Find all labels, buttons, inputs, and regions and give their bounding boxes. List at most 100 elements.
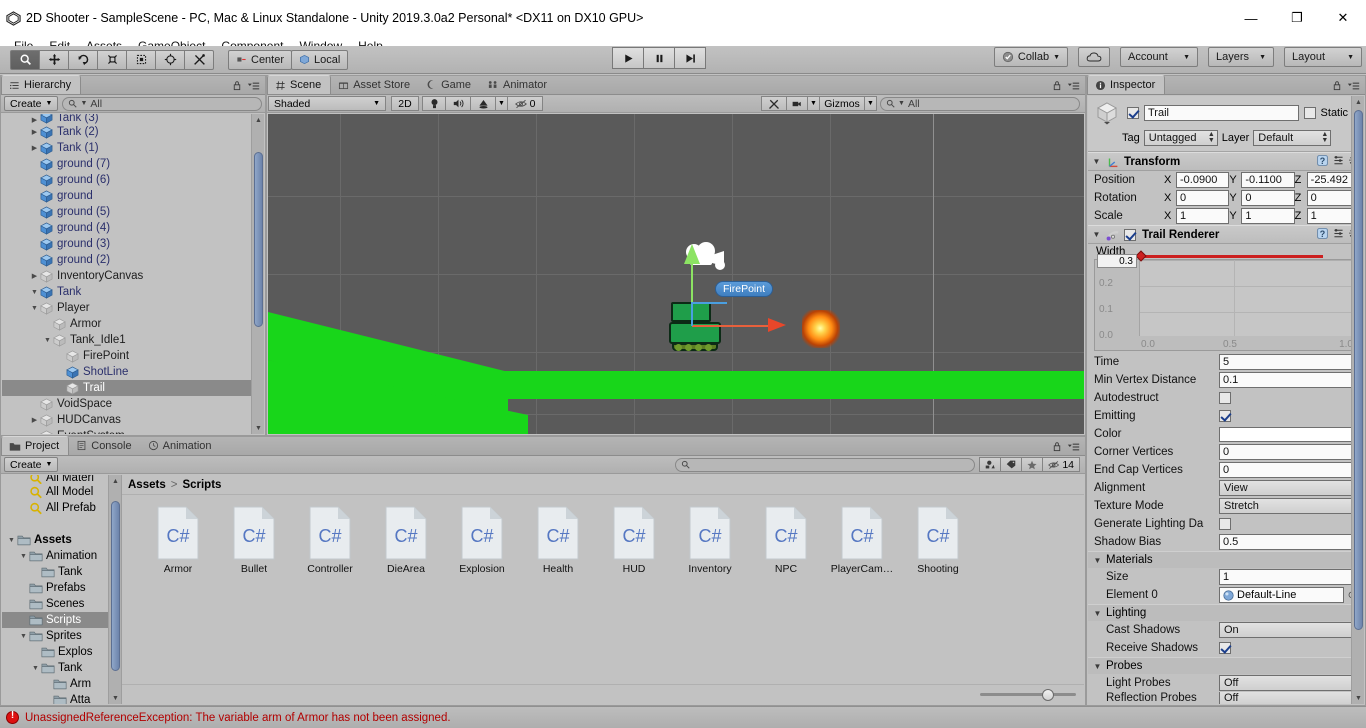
asset-item[interactable]: C#Health	[520, 506, 596, 575]
asset-item[interactable]: C#NPC	[748, 506, 824, 575]
transform-component-header[interactable]: ▼ Transform ?	[1088, 152, 1364, 171]
generate-lighting-da-checkbox[interactable]	[1219, 518, 1231, 530]
hierarchy-item-ground-6[interactable]: ground (6)›	[2, 172, 264, 188]
layout-button[interactable]: Layout ▼	[1284, 47, 1362, 67]
slider-knob[interactable]	[1042, 689, 1054, 701]
project-tree-item-sprites[interactable]: ▼Sprites	[2, 628, 121, 644]
lock-icon[interactable]	[1332, 80, 1342, 94]
hierarchy-scroll-thumb[interactable]	[254, 152, 263, 327]
transform-rotation-x-field[interactable]: 0	[1176, 190, 1229, 206]
menu-icon[interactable]	[1347, 81, 1360, 94]
transform-axis-x-arrow[interactable]	[768, 318, 786, 332]
hierarchy-item-tank-1[interactable]: ▶Tank (1)›	[2, 140, 264, 156]
project-tree-item-scenes[interactable]: Scenes	[2, 596, 121, 612]
asset-item[interactable]: C#PlayerCam…	[824, 506, 900, 575]
color-swatch[interactable]	[1219, 427, 1360, 442]
project-tree-scrollbar[interactable]: ▲ ▼	[108, 475, 121, 704]
hierarchy-item-trail[interactable]: Trail	[2, 380, 264, 396]
foldout-closed-icon[interactable]: ▶	[29, 144, 40, 152]
tab-animator[interactable]: Animator	[480, 75, 556, 94]
hierarchy-item-inventorycanvas[interactable]: ▶InventoryCanvas	[2, 268, 264, 284]
cloud-button[interactable]	[1078, 47, 1110, 67]
foldout-open-icon[interactable]: ▼	[29, 289, 40, 296]
project-tree-item-all-prefab[interactable]: All Prefab	[2, 500, 121, 516]
hierarchy-item-player[interactable]: ▼Player	[2, 300, 264, 316]
foldout-closed-icon[interactable]: ▶	[29, 116, 40, 124]
hierarchy-search-input[interactable]: ▼ All	[62, 97, 262, 111]
project-tree-item-scripts[interactable]: Scripts	[2, 612, 121, 628]
scene-gizmos-button[interactable]: Gizmos	[819, 96, 865, 111]
hierarchy-item-ground[interactable]: ground›	[2, 188, 264, 204]
transform-foldout-icon[interactable]: ▼	[1091, 157, 1102, 166]
hierarchy-item-voidspace[interactable]: VoidSpace	[2, 396, 264, 412]
scene-audio-toggle[interactable]	[445, 96, 471, 111]
scene-viewport[interactable]: FirePoint	[268, 114, 1084, 434]
project-tree-item-explos[interactable]: Explos	[2, 644, 121, 660]
scene-lighting-toggle[interactable]	[422, 96, 446, 111]
transform-rotation-y-field[interactable]: 0	[1241, 190, 1294, 206]
tab-hierarchy[interactable]: Hierarchy	[1, 75, 81, 94]
scene-gizmos-dropdown[interactable]: ▼	[864, 96, 877, 111]
corner-vertices-field[interactable]: 0	[1219, 444, 1360, 460]
menu-icon[interactable]	[1067, 81, 1080, 94]
asset-item[interactable]: C#Armor	[140, 506, 216, 575]
pivot-mode-button[interactable]: Center	[228, 50, 292, 70]
breadcrumb-assets[interactable]: Assets	[128, 479, 166, 491]
materials-section-header[interactable]: ▼ Materials	[1088, 551, 1364, 568]
transform-position-y-field[interactable]: -0.1100	[1241, 172, 1294, 188]
shading-mode-dropdown[interactable]: Shaded ▼	[268, 96, 386, 111]
hierarchy-item-tank-2[interactable]: ▶Tank (2)›	[2, 124, 264, 140]
lighting-section-header[interactable]: ▼ Lighting	[1088, 604, 1364, 621]
asset-item[interactable]: C#HUD	[596, 506, 672, 575]
step-button[interactable]	[674, 47, 706, 69]
foldout-open-icon[interactable]: ▼	[29, 305, 40, 312]
asset-zoom-slider[interactable]	[980, 688, 1076, 702]
reflection-probes-dropdown[interactable]: Off ▲▼	[1219, 692, 1360, 704]
asset-item[interactable]: C#DieArea	[368, 506, 444, 575]
hand-tool-button[interactable]	[10, 50, 40, 70]
project-search-input[interactable]	[675, 458, 975, 472]
rect-tool-button[interactable]	[126, 50, 156, 70]
transform-tool-button[interactable]	[155, 50, 185, 70]
materials-element0-field[interactable]: Default-Line	[1219, 587, 1344, 603]
hierarchy-item-ground-5[interactable]: ground (5)›	[2, 204, 264, 220]
end-cap-vertices-field[interactable]: 0	[1219, 462, 1360, 478]
transform-scale-x-field[interactable]: 1	[1176, 208, 1229, 224]
preset-icon[interactable]	[1332, 227, 1345, 243]
project-hidden-toggle[interactable]: 14	[1042, 457, 1080, 472]
transform-axis-x[interactable]	[692, 325, 780, 327]
hierarchy-item-ground-4[interactable]: ground (4)›	[2, 220, 264, 236]
hierarchy-item-tank[interactable]: ▼Tank›	[2, 284, 264, 300]
foldout-icon[interactable]: ▼	[18, 633, 29, 640]
hierarchy-list[interactable]: ▶Tank (3)›▶Tank (2)›▶Tank (1)›ground (7)…	[2, 114, 264, 434]
breadcrumb-scripts[interactable]: Scripts	[182, 479, 221, 491]
project-tree-item-tank[interactable]: ▼Tank	[2, 660, 121, 676]
close-button[interactable]: ✕	[1320, 0, 1366, 36]
scroll-down-arrow[interactable]: ▼	[110, 692, 121, 704]
tag-dropdown[interactable]: Untagged ▲▼	[1144, 130, 1218, 146]
asset-grid[interactable]: C#ArmorC#BulletC#ControllerC#DieAreaC#Ex…	[122, 496, 1084, 683]
layer-dropdown[interactable]: Default ▲▼	[1253, 130, 1331, 146]
alignment-dropdown[interactable]: View▲▼	[1219, 480, 1360, 496]
lock-icon[interactable]	[1052, 80, 1062, 94]
toggle-2d-button[interactable]: 2D	[391, 96, 419, 111]
hierarchy-item-ground-2[interactable]: ground (2)›	[2, 252, 264, 268]
tab-scene[interactable]: Scene	[267, 75, 331, 94]
project-tree-item-animation[interactable]: ▼Animation	[2, 548, 121, 564]
receive-shadows-checkbox[interactable]	[1219, 642, 1231, 654]
menu-icon[interactable]	[247, 81, 260, 94]
texture-mode-dropdown[interactable]: Stretch▲▼	[1219, 498, 1360, 514]
probes-foldout-icon[interactable]: ▼	[1092, 662, 1103, 671]
asset-item[interactable]: C#Shooting	[900, 506, 976, 575]
transform-scale-y-field[interactable]: 1	[1241, 208, 1294, 224]
scene-search-input[interactable]: ▼ All	[880, 97, 1080, 111]
transform-axis-y-arrow[interactable]	[684, 244, 700, 264]
move-tool-button[interactable]	[39, 50, 69, 70]
project-tree-item-atta[interactable]: Atta	[2, 692, 121, 704]
shadow-bias-field[interactable]: 0.5	[1219, 534, 1360, 550]
tab-game[interactable]: Game	[419, 75, 480, 94]
inspector-scrollbar[interactable]: ▲ ▼	[1351, 96, 1364, 704]
tab-inspector[interactable]: Inspector	[1087, 75, 1165, 94]
object-enabled-checkbox[interactable]	[1127, 107, 1139, 119]
min-vertex-distance-field[interactable]: 0.1	[1219, 372, 1360, 388]
